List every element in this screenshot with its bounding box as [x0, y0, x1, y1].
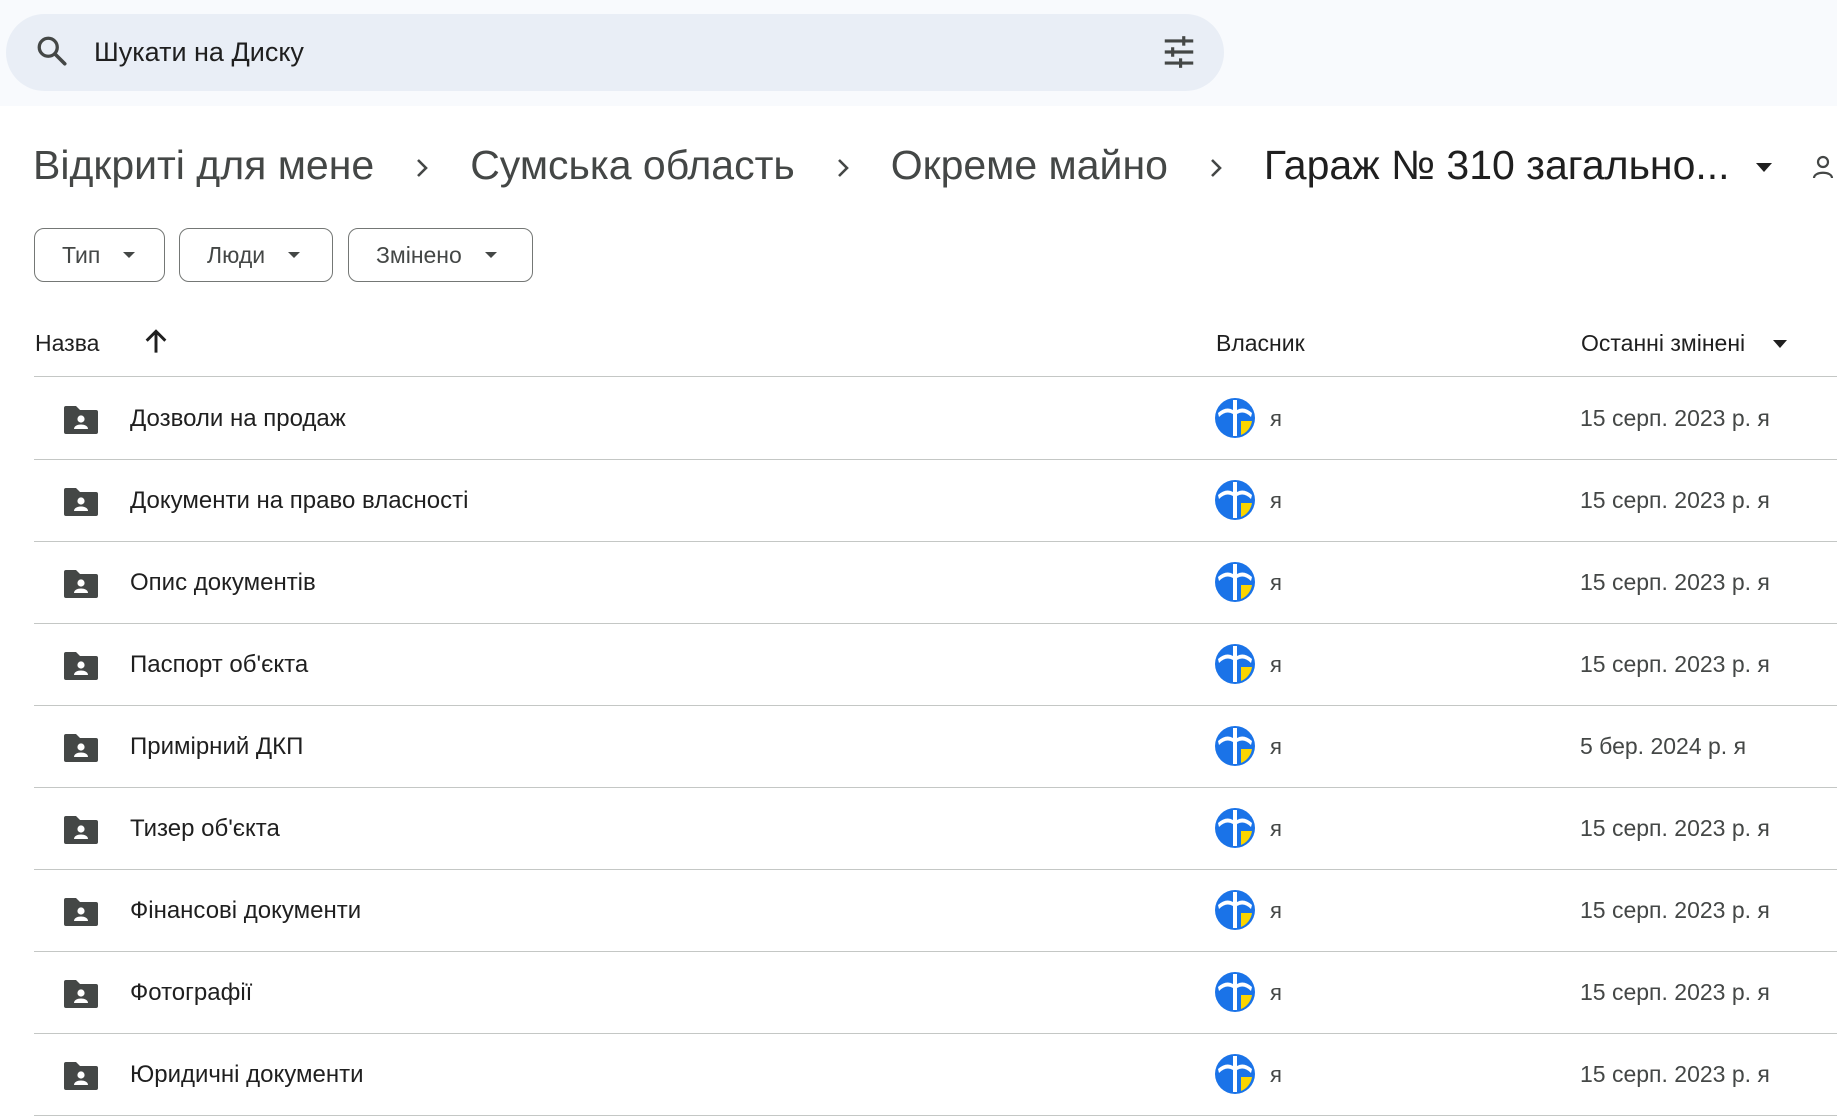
owner-label: я: [1270, 980, 1282, 1005]
shared-folder-icon: [64, 980, 98, 1008]
owner-avatar: [1215, 890, 1255, 930]
modified-date: 15 серп. 2023 р. я: [1580, 651, 1770, 677]
filter-people-chip[interactable]: Люди: [179, 228, 333, 282]
caret-down-icon: [288, 252, 301, 258]
filter-modified-label: Змінено: [376, 241, 462, 268]
modified-date: 15 серп. 2023 р. я: [1580, 405, 1770, 431]
shared-folder-icon: [64, 652, 98, 680]
tune-icon[interactable]: [1160, 33, 1198, 71]
caret-down-icon: [484, 252, 497, 258]
column-header-modified[interactable]: Останні змінені: [1581, 330, 1745, 357]
column-header-owner[interactable]: Власник: [1216, 330, 1305, 357]
caret-down-icon[interactable]: [1752, 157, 1776, 177]
owner-avatar: [1215, 726, 1255, 766]
breadcrumb-item-region[interactable]: Сумська область: [470, 142, 795, 189]
file-row[interactable]: Опис документів я 15 серп. 2023 р. я: [34, 542, 1837, 624]
file-row[interactable]: Фінансові документи я 15 серп. 2023 р. я: [34, 870, 1837, 952]
modified-date: 15 серп. 2023 р. я: [1580, 979, 1770, 1005]
search-bar[interactable]: [6, 14, 1224, 91]
file-row[interactable]: Документи на право власності я 15 серп. …: [34, 460, 1837, 542]
chevron-right-icon: [1168, 142, 1264, 189]
chevron-right-icon: [795, 142, 891, 189]
column-header-name[interactable]: Назва: [35, 330, 99, 357]
breadcrumb-item-property[interactable]: Окреме майно: [891, 142, 1168, 189]
owner-label: я: [1270, 734, 1282, 759]
share-people-icon[interactable]: [1812, 152, 1837, 182]
breadcrumb-item-shared-with-me[interactable]: Відкриті для мене: [33, 142, 374, 189]
shared-folder-icon: [64, 898, 98, 926]
owner-label: я: [1270, 488, 1282, 513]
file-row[interactable]: Фотографії я 15 серп. 2023 р. я: [34, 952, 1837, 1034]
owner-avatar: [1215, 398, 1255, 438]
file-name: Примірний ДКП: [130, 733, 304, 760]
caret-down-icon: [123, 252, 136, 258]
file-name: Фотографії: [130, 979, 253, 1006]
file-row[interactable]: Дозволи на продаж я 15 серп. 2023 р. я: [34, 378, 1837, 460]
modified-date: 15 серп. 2023 р. я: [1580, 1061, 1770, 1087]
owner-label: я: [1270, 406, 1282, 431]
breadcrumb: Відкриті для мене Сумська область Окреме…: [33, 135, 1730, 195]
header-divider: [34, 376, 1837, 377]
breadcrumb-item-current-folder[interactable]: Гараж № 310 загально...: [1264, 142, 1730, 189]
modified-date: 15 серп. 2023 р. я: [1580, 815, 1770, 841]
shared-folder-icon: [64, 406, 98, 434]
file-row[interactable]: Паспорт об'єкта я 15 серп. 2023 р. я: [34, 624, 1837, 706]
column-headers: Назва Власник Останні змінені: [0, 318, 1837, 366]
file-row[interactable]: Юридичні документи я 15 серп. 2023 р. я: [34, 1034, 1837, 1116]
owner-avatar: [1215, 808, 1255, 848]
owner-label: я: [1270, 898, 1282, 923]
file-name: Фінансові документи: [130, 897, 362, 924]
search-input[interactable]: [94, 32, 1094, 72]
file-name: Юридичні документи: [130, 1061, 364, 1088]
owner-avatar: [1215, 1054, 1255, 1094]
shared-folder-icon: [64, 734, 98, 762]
shared-folder-icon: [64, 816, 98, 844]
shared-folder-icon: [64, 1062, 98, 1090]
modified-date: 15 серп. 2023 р. я: [1580, 487, 1770, 513]
search-icon[interactable]: [34, 33, 70, 69]
file-name: Опис документів: [130, 569, 316, 596]
owner-avatar: [1215, 480, 1255, 520]
owner-label: я: [1270, 652, 1282, 677]
top-bar: [0, 0, 1837, 106]
file-name: Паспорт об'єкта: [130, 651, 309, 678]
filter-type-chip[interactable]: Тип: [34, 228, 165, 282]
filter-modified-chip[interactable]: Змінено: [348, 228, 533, 282]
file-name: Тизер об'єкта: [130, 815, 280, 842]
owner-avatar: [1215, 972, 1255, 1012]
filter-type-label: Тип: [62, 241, 101, 268]
modified-date: 15 серп. 2023 р. я: [1580, 897, 1770, 923]
chevron-right-icon: [374, 142, 470, 189]
owner-label: я: [1270, 570, 1282, 595]
file-row[interactable]: Примірний ДКП я 5 бер. 2024 р. я: [34, 706, 1837, 788]
file-name: Документи на право власності: [130, 487, 469, 514]
file-row[interactable]: Тизер об'єкта я 15 серп. 2023 р. я: [34, 788, 1837, 870]
modified-date: 5 бер. 2024 р. я: [1580, 733, 1747, 759]
owner-label: я: [1270, 816, 1282, 841]
owner-avatar: [1215, 644, 1255, 684]
shared-folder-icon: [64, 570, 98, 598]
arrow-up-icon[interactable]: [140, 326, 172, 358]
caret-down-icon[interactable]: [1772, 338, 1788, 350]
file-name: Дозволи на продаж: [130, 405, 346, 432]
shared-folder-icon: [64, 488, 98, 516]
owner-label: я: [1270, 1062, 1282, 1087]
owner-avatar: [1215, 562, 1255, 602]
filter-people-label: Люди: [207, 241, 266, 268]
modified-date: 15 серп. 2023 р. я: [1580, 569, 1770, 595]
